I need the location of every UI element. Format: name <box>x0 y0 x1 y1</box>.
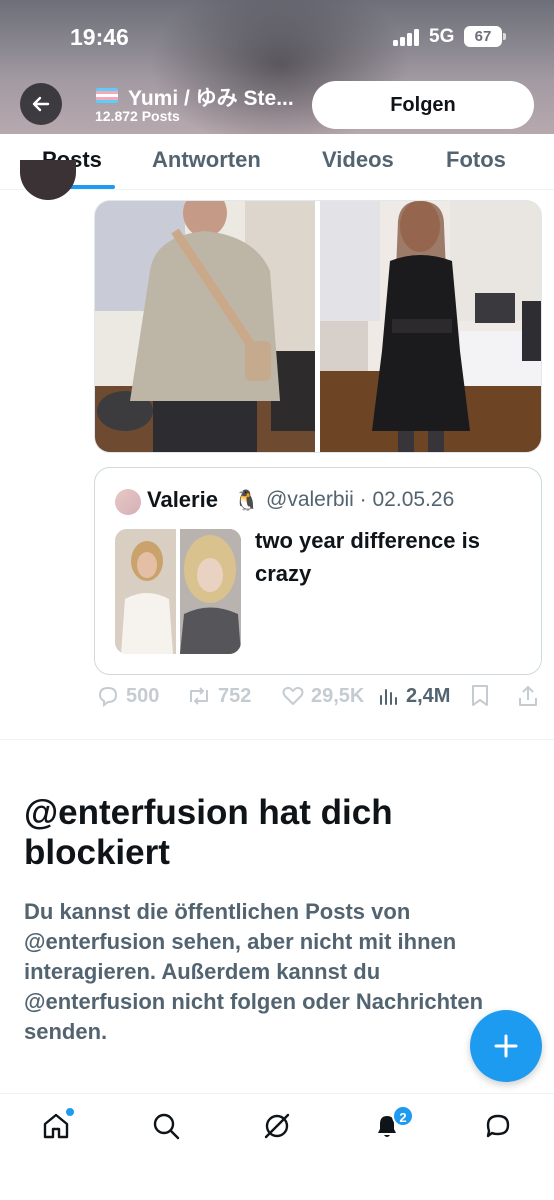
plus-icon <box>494 1034 518 1058</box>
quote-avatar <box>115 489 141 515</box>
bottom-navigation: 2 <box>0 1093 554 1200</box>
home-unread-dot <box>66 1108 74 1116</box>
bookmark-icon <box>472 685 488 706</box>
nav-grok[interactable] <box>259 1108 295 1144</box>
notification-badge: 2 <box>392 1105 414 1127</box>
grok-icon <box>264 1113 290 1139</box>
reply-button[interactable]: 500 <box>96 684 159 708</box>
compose-post-button[interactable] <box>470 1010 542 1082</box>
share-icon <box>519 686 537 706</box>
like-button[interactable]: 29,5K <box>281 684 364 708</box>
tweet-photo-before[interactable] <box>95 201 315 452</box>
reply-icon <box>98 686 118 707</box>
repost-button[interactable]: 752 <box>186 684 251 708</box>
views-button[interactable]: 2,4M <box>378 684 450 708</box>
quote-handle-date: @valerbii · 02.05.26 <box>266 488 455 511</box>
profile-header: 19:46 5G 67 Yumi / ゆみ Ste... 12.872 Post… <box>0 0 554 134</box>
quote-tweet[interactable]: Valerie 🐧 @valerbii · 02.05.26 two year … <box>94 467 542 675</box>
trans-flag-icon <box>96 88 118 103</box>
post-count: 12.872 Posts <box>95 108 180 124</box>
follow-button[interactable]: Folgen <box>312 81 534 129</box>
quote-text: two year difference is crazy <box>255 528 480 586</box>
quote-photo-1 <box>115 529 176 654</box>
bookmark-button[interactable] <box>470 684 490 708</box>
tab-replies[interactable]: Antworten <box>152 147 261 173</box>
status-time: 19:46 <box>70 24 129 50</box>
blocked-title: @enterfusion hat dich blockiert <box>24 793 393 872</box>
quote-author-name: Valerie <box>147 487 218 512</box>
nav-home[interactable] <box>38 1108 74 1144</box>
repost-count: 752 <box>218 684 252 707</box>
blocked-description: Du kannst die öffentlichen Posts von @en… <box>24 899 484 1044</box>
messages-icon <box>486 1114 510 1138</box>
heart-icon <box>282 686 304 705</box>
battery-level: 67 <box>474 28 492 45</box>
nav-search[interactable] <box>148 1108 184 1144</box>
battery-icon: 67 <box>464 26 506 47</box>
tab-photos[interactable]: Fotos <box>446 147 506 173</box>
profile-tabs: Posts Antworten Videos Fotos <box>0 134 554 190</box>
arrow-left-icon <box>32 96 50 112</box>
signal-icon <box>393 28 423 46</box>
penguin-emoji: 🐧 <box>234 490 259 512</box>
divider <box>0 739 554 740</box>
views-icon <box>380 689 397 705</box>
media-grid <box>94 200 542 453</box>
avatar[interactable] <box>20 160 76 200</box>
repost-icon <box>190 687 208 705</box>
like-count: 29,5K <box>311 684 365 707</box>
quote-photo-2 <box>180 529 241 654</box>
network-label: 5G <box>429 26 455 47</box>
views-count: 2,4M <box>406 684 451 707</box>
home-icon <box>43 1113 69 1139</box>
tab-videos[interactable]: Videos <box>322 147 394 173</box>
share-button[interactable] <box>517 684 539 708</box>
nav-messages[interactable] <box>480 1108 516 1144</box>
reply-count: 500 <box>126 684 160 707</box>
search-icon <box>153 1113 180 1140</box>
back-button[interactable] <box>20 83 62 125</box>
tweet-photo-after[interactable] <box>320 201 541 452</box>
tweet-actions: 500 752 29,5K 2,4M <box>0 684 554 720</box>
